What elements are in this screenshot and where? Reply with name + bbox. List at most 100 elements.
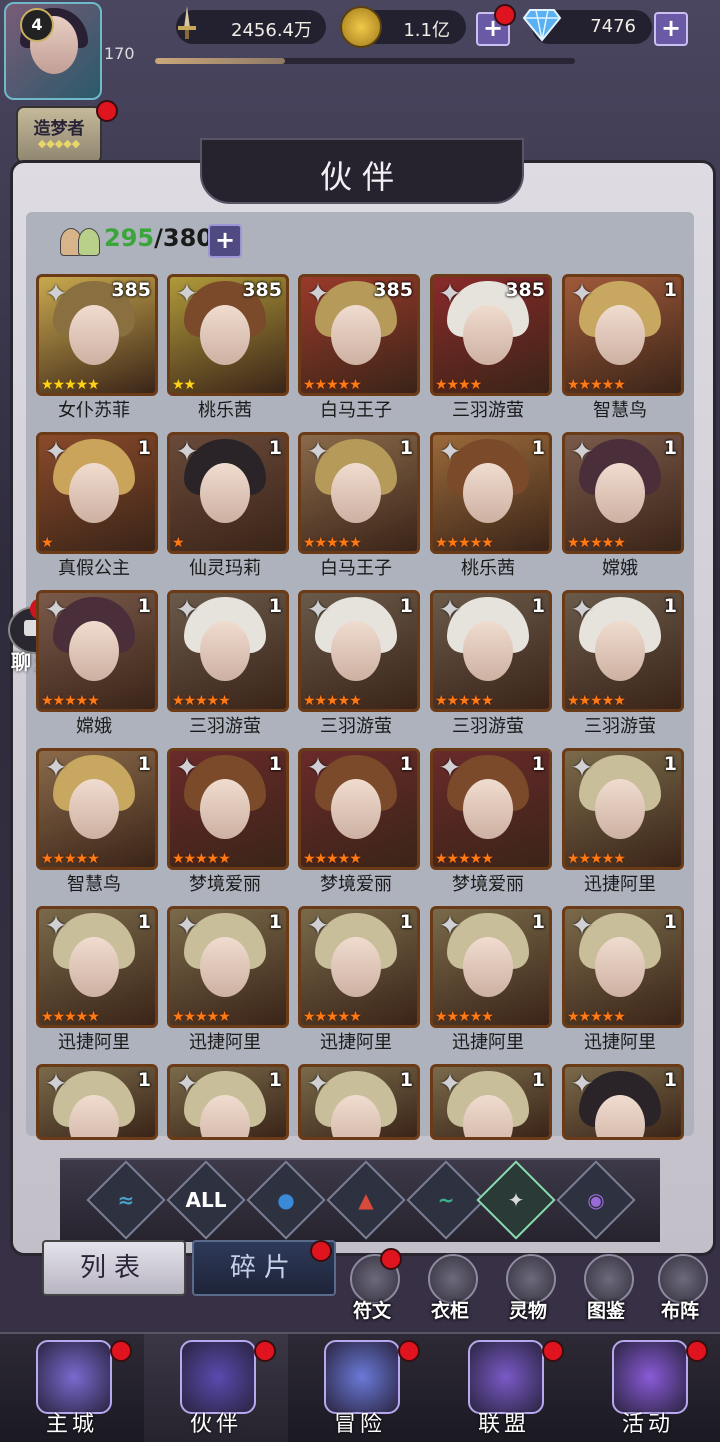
nav-alliance[interactable]: 联盟 <box>432 1334 576 1442</box>
player-title-badge[interactable]: 造梦者 ◆◆◆◆◆ <box>16 106 102 164</box>
star-class-icon: ✦ <box>438 909 462 942</box>
partner-card[interactable]: ✦ 1 ★★★★★ <box>562 906 684 1028</box>
card-name: 桃乐茜 <box>461 558 515 579</box>
partner-card[interactable]: ✦ 1 <box>36 1064 158 1140</box>
exp-progress-fill <box>155 58 286 64</box>
card-stars: ★★★★★ <box>303 377 362 393</box>
star-class-icon: ✦ <box>570 593 594 626</box>
spirit-label: 灵物 <box>508 1300 547 1322</box>
card-name: 白马王子 <box>320 400 392 421</box>
portrait-face <box>200 463 250 523</box>
partner-card[interactable]: ✦ 1 <box>430 1064 552 1140</box>
partner-card[interactable]: ✦ 1 ★★★★★ <box>562 590 684 712</box>
castle-icon <box>36 1340 112 1414</box>
add-diamond-button[interactable]: + <box>654 12 688 46</box>
partner-card[interactable]: ✦ 1 ★★★★★ <box>36 906 158 1028</box>
card-name: 三羽游萤 <box>189 716 261 737</box>
card-stars: ★★★★★ <box>435 851 494 867</box>
star-element-icon: ✦ <box>507 1188 525 1212</box>
partner-card[interactable]: ✦ 1 ★ <box>167 432 289 554</box>
card-level: 1 <box>268 911 282 933</box>
card-name: 梦境爱丽 <box>189 874 261 895</box>
adventure-label: 冒险 <box>333 1412 386 1437</box>
player-level-badge: 4 <box>20 8 54 42</box>
side-button-notification-dot <box>380 1248 402 1270</box>
leaf-element-icon: ~ <box>437 1188 455 1212</box>
side-button-codex[interactable]: 图鉴 <box>578 1254 634 1328</box>
partner-card[interactable]: ✦ 1 ★★★★★ <box>430 906 552 1028</box>
card-stars: ★★★★★ <box>303 851 362 867</box>
nav-partner[interactable]: 伙伴 <box>144 1334 288 1442</box>
partner-card[interactable]: ✦ 1 ★★★★★ <box>167 590 289 712</box>
card-level: 1 <box>399 1069 413 1091</box>
partner-card[interactable]: ✦ 1 ★★★★★ <box>562 274 684 396</box>
partner-card[interactable]: ✦ 1 ★★★★★ <box>298 748 420 870</box>
star-class-icon: ✦ <box>175 751 199 784</box>
partner-card[interactable]: ✦ 1 ★★★★★ <box>298 432 420 554</box>
partner-card[interactable]: ✦ 1 ★ <box>36 432 158 554</box>
card-level: 1 <box>663 911 677 933</box>
partner-card[interactable]: ✦ 1 ★★★★★ <box>430 432 552 554</box>
tab-list-label: 列表 <box>79 1253 148 1283</box>
partner-card[interactable]: ✦ 1 ★★★★★ <box>430 748 552 870</box>
side-button-formation[interactable]: 布阵 <box>652 1254 708 1328</box>
partner-card[interactable]: ✦ 1 ★★★★★ <box>167 748 289 870</box>
card-level: 1 <box>399 753 413 775</box>
card-level: 1 <box>531 1069 545 1091</box>
expand-capacity-button[interactable]: + <box>208 224 242 258</box>
card-level: 1 <box>137 1069 151 1091</box>
star-class-icon: ✦ <box>438 1067 462 1100</box>
portrait-face <box>331 463 381 523</box>
nav-adventure[interactable]: 冒险 <box>288 1334 432 1442</box>
player-avatar[interactable] <box>4 2 102 100</box>
partner-card[interactable]: ✦ 1 ★★★★★ <box>298 906 420 1028</box>
portrait-face <box>331 305 381 365</box>
partner-card[interactable]: ✦ 385 ★★★★★ <box>36 274 158 396</box>
exp-level-text: 170 <box>104 44 135 63</box>
alliance-icon <box>468 1340 544 1414</box>
card-name: 三羽游萤 <box>452 716 524 737</box>
side-button-spirit[interactable]: 灵物 <box>500 1254 556 1328</box>
partner-card[interactable]: ✦ 1 ★★★★★ <box>298 590 420 712</box>
tab-list[interactable]: 列表 <box>42 1240 186 1296</box>
card-name: 桃乐茜 <box>198 400 252 421</box>
partner-card[interactable]: ✦ 1 ★★★★★ <box>562 748 684 870</box>
partner-card[interactable]: ✦ 1 ★★★★★ <box>36 748 158 870</box>
card-name: 梦境爱丽 <box>320 874 392 895</box>
partner-card[interactable]: ✦ 1 <box>298 1064 420 1140</box>
side-button-rune[interactable]: 符文 <box>344 1248 402 1328</box>
star-class-icon: ✦ <box>44 435 68 468</box>
partner-card[interactable]: ✦ 1 ★★★★★ <box>430 590 552 712</box>
card-level: 1 <box>399 437 413 459</box>
partner-card[interactable]: ✦ 1 <box>167 1064 289 1140</box>
sword-power-icon <box>168 4 206 42</box>
partner-card[interactable]: ✦ 385 ★★ <box>167 274 289 396</box>
partner-card[interactable]: ✦ 385 ★★★★★ <box>298 274 420 396</box>
star-class-icon: ✦ <box>306 435 330 468</box>
star-class-icon: ✦ <box>44 1067 68 1100</box>
star-class-icon: ✦ <box>175 435 199 468</box>
star-class-icon: ✦ <box>175 1067 199 1100</box>
partner-card[interactable]: ✦ 1 ★★★★★ <box>167 906 289 1028</box>
card-name: 梦境爱丽 <box>452 874 524 895</box>
player-title-text: 造梦者 <box>33 119 85 139</box>
card-stars: ★★★★★ <box>172 693 231 709</box>
portrait-face <box>463 937 513 997</box>
card-name: 嫦娥 <box>602 558 638 579</box>
card-level: 1 <box>531 911 545 933</box>
card-level: 1 <box>399 911 413 933</box>
side-button-wardrobe[interactable]: 衣柜 <box>422 1254 478 1328</box>
partner-count-total: /380 <box>154 224 213 252</box>
card-level: 1 <box>663 1069 677 1091</box>
partner-card[interactable]: ✦ 1 <box>562 1064 684 1140</box>
partner-card[interactable]: ✦ 1 ★★★★★ <box>562 432 684 554</box>
nav-event[interactable]: 活动 <box>576 1334 720 1442</box>
nav-castle[interactable]: 主城 <box>0 1334 144 1442</box>
partner-count-text: 295/380 <box>104 224 213 252</box>
partner-card[interactable]: ✦ 1 ★★★★★ <box>36 590 158 712</box>
card-level: 1 <box>663 437 677 459</box>
partner-card[interactable]: ✦ 385 ★★★★ <box>430 274 552 396</box>
card-name: 真假公主 <box>58 558 130 579</box>
panel-title: 伙伴 <box>319 158 404 196</box>
star-class-icon: ✦ <box>570 277 594 310</box>
